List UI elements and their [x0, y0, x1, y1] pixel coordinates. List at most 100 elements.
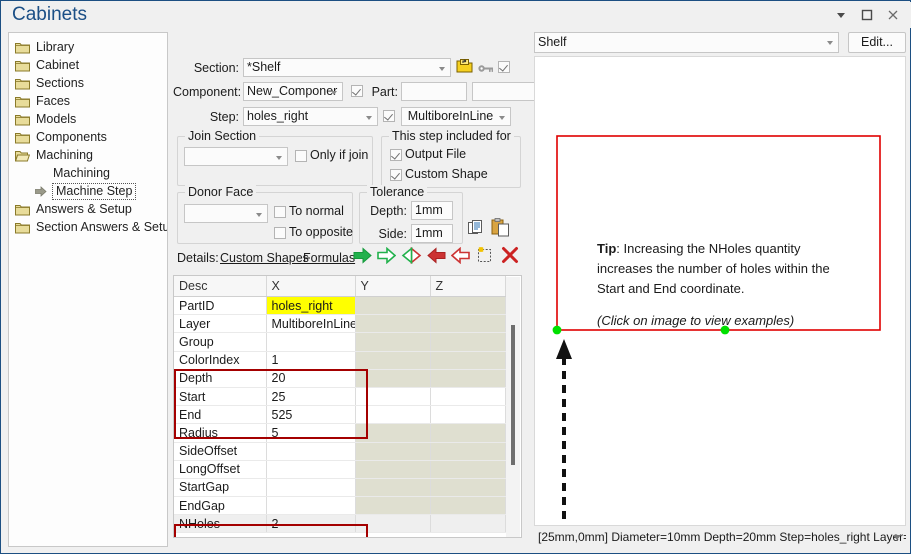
cell-y[interactable] — [355, 351, 431, 370]
cell-desc[interactable]: LongOffset — [174, 460, 267, 479]
arrow-left-red-solid-icon[interactable] — [427, 247, 446, 267]
table-row[interactable]: StartGap — [174, 478, 506, 498]
table-row[interactable]: LongOffset — [174, 460, 506, 479]
arrow-both-ways-icon[interactable] — [401, 246, 422, 267]
depth-field[interactable]: 1mm — [411, 201, 453, 220]
formulas-link[interactable]: Formulas — [303, 251, 355, 265]
cell-desc[interactable]: PartID — [174, 296, 267, 316]
table-row[interactable]: Start 25 — [174, 387, 506, 407]
table-scrollbar-thumb[interactable] — [511, 325, 515, 465]
cell-desc[interactable]: StartGap — [174, 478, 267, 498]
table-row[interactable]: ColorIndex 1 — [174, 351, 506, 370]
cell-z[interactable] — [430, 369, 506, 388]
table-column-header-y[interactable]: Y — [355, 276, 431, 297]
cell-y[interactable] — [355, 296, 431, 316]
custom-shapes-link[interactable]: Custom Shapes — [220, 251, 309, 265]
cell-z[interactable] — [430, 514, 506, 534]
table-row[interactable]: Depth 20 — [174, 369, 506, 388]
component-enabled-checkbox[interactable] — [351, 85, 363, 97]
arrow-right-green-solid-icon[interactable] — [353, 247, 372, 267]
cell-desc[interactable]: Depth — [174, 369, 267, 388]
cell-y[interactable] — [355, 478, 431, 498]
open-folder-icon[interactable] — [456, 58, 473, 77]
part-field-2[interactable] — [472, 82, 538, 101]
step-type-combo[interactable]: MultiboreInLine — [401, 107, 511, 126]
cell-desc[interactable]: Layer — [174, 314, 267, 334]
donor-face-combo[interactable] — [184, 204, 268, 223]
cell-desc[interactable]: SideOffset — [174, 442, 267, 461]
cell-x[interactable]: 525 — [266, 405, 356, 425]
tree-item-models[interactable]: Models — [9, 110, 167, 128]
cell-y[interactable] — [355, 405, 431, 425]
cell-x[interactable] — [266, 460, 356, 479]
section-combo[interactable]: *Shelf — [243, 58, 451, 77]
cell-x[interactable] — [266, 496, 356, 516]
table-row[interactable]: EndGap — [174, 496, 506, 516]
arrow-left-red-outline-icon[interactable] — [450, 246, 470, 267]
cell-y[interactable] — [355, 314, 431, 334]
tree-item-faces[interactable]: Faces — [9, 92, 167, 110]
only-if-join-checkbox[interactable] — [295, 150, 307, 162]
cell-x[interactable]: 25 — [266, 387, 356, 407]
cell-z[interactable] — [430, 405, 506, 425]
cell-z[interactable] — [430, 496, 506, 516]
table-row[interactable]: PartID holes_right — [174, 296, 506, 316]
table-row[interactable]: Group — [174, 332, 506, 352]
table-scrollbar[interactable] — [506, 277, 520, 537]
join-section-combo[interactable] — [184, 147, 288, 166]
parameters-table[interactable]: Desc X Y Z PartID holes_right Layer MultiboreI… — [173, 275, 522, 538]
cell-y[interactable] — [355, 460, 431, 479]
table-column-header-desc[interactable]: Desc — [174, 276, 267, 297]
tree-item-library[interactable]: Library — [9, 38, 167, 56]
cell-y[interactable] — [355, 369, 431, 388]
to-opposite-checkbox[interactable] — [274, 227, 286, 239]
shape-preview-canvas[interactable]: Tip: Increasing the NHoles quantity incr… — [534, 56, 906, 526]
part-field-1[interactable] — [401, 82, 467, 101]
cell-desc[interactable]: Group — [174, 332, 267, 352]
step-enabled-checkbox[interactable] — [383, 110, 395, 122]
table-row[interactable]: Radius 5 — [174, 423, 506, 443]
arrow-right-green-outline-icon[interactable] — [377, 246, 397, 267]
cell-y[interactable] — [355, 387, 431, 407]
cell-desc[interactable]: NHoles — [174, 514, 267, 534]
cell-x[interactable]: 5 — [266, 423, 356, 443]
edit-button[interactable]: Edit... — [848, 32, 906, 53]
table-row[interactable]: Layer MultiboreInLine — [174, 314, 506, 334]
tree-item-section-answers-setup[interactable]: Section Answers & Setup — [9, 218, 167, 236]
component-combo[interactable]: New_Componer — [243, 82, 343, 101]
to-normal-checkbox[interactable] — [274, 206, 286, 218]
cell-y[interactable] — [355, 442, 431, 461]
cell-desc[interactable]: End — [174, 405, 267, 425]
cell-x[interactable]: holes_right — [266, 296, 356, 316]
paste-icon[interactable] — [491, 218, 510, 240]
status-bar[interactable]: [25mm,0mm] Diameter=10mm Depth=20mm Step… — [534, 529, 906, 546]
delete-red-x-icon[interactable] — [501, 246, 519, 267]
output-file-checkbox[interactable] — [390, 149, 402, 161]
cell-z[interactable] — [430, 351, 506, 370]
copy-icon[interactable] — [468, 220, 485, 240]
cell-y[interactable] — [355, 332, 431, 352]
cell-x[interactable] — [266, 332, 356, 352]
step-combo[interactable]: holes_right — [243, 107, 378, 126]
table-row[interactable]: SideOffset — [174, 442, 506, 461]
cell-z[interactable] — [430, 387, 506, 407]
navigation-tree[interactable]: Library Cabinet Sections Faces Models Compone… — [8, 32, 168, 547]
tree-item-machine-step[interactable]: Machine Step — [9, 182, 167, 200]
cell-desc[interactable]: Radius — [174, 423, 267, 443]
tree-item-answers-setup[interactable]: Answers & Setup — [9, 200, 167, 218]
cell-y[interactable] — [355, 423, 431, 443]
table-row[interactable]: End 525 — [174, 405, 506, 425]
tree-item-machining[interactable]: Machining — [9, 146, 167, 164]
cell-x[interactable]: 1 — [266, 351, 356, 370]
cell-y[interactable] — [355, 496, 431, 516]
status-chevron-down-icon[interactable] — [893, 535, 901, 540]
tree-item-cabinet[interactable]: Cabinet — [9, 56, 167, 74]
cell-x[interactable]: 20 — [266, 369, 356, 388]
maximize-icon[interactable] — [854, 6, 880, 24]
cell-z[interactable] — [430, 423, 506, 443]
cell-desc[interactable]: Start — [174, 387, 267, 407]
cell-x[interactable]: 2 — [266, 514, 356, 534]
cell-x[interactable]: MultiboreInLine — [266, 314, 356, 334]
preview-section-combo[interactable]: Shelf — [534, 32, 839, 53]
cell-z[interactable] — [430, 332, 506, 352]
